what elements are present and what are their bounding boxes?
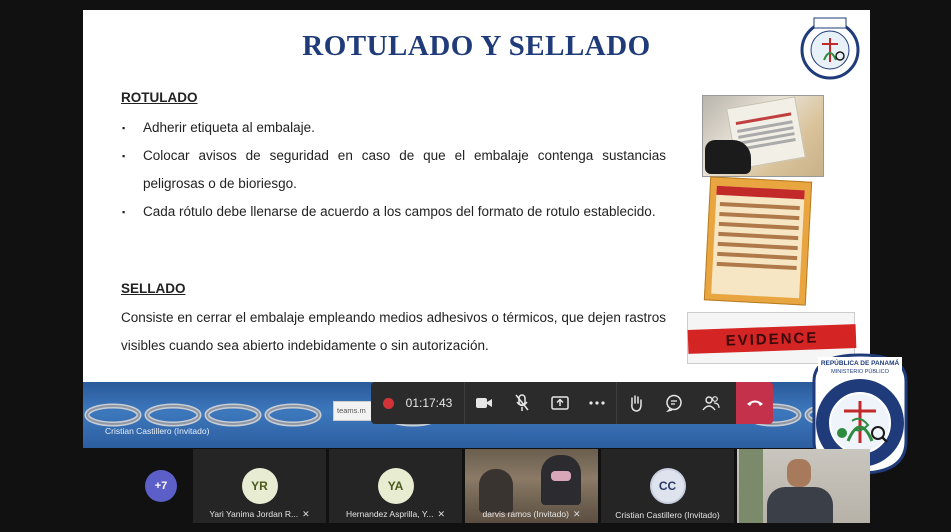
presenter-name-label: Cristian Castillero (Invitado) (105, 426, 210, 436)
seal-sub-text: MINISTERIO PÚBLICO (831, 368, 889, 375)
teams-url-snippet: teams.m (333, 401, 373, 421)
raise-hand-button[interactable] (617, 382, 655, 424)
bullet-square-icon: ▪ (122, 123, 126, 133)
bullet-item: ▪ Cada rótulo debe llenarse de acuerdo a … (121, 198, 666, 226)
camera-button[interactable] (465, 382, 503, 424)
glove-shape (705, 140, 751, 174)
microphone-button[interactable] (503, 382, 541, 424)
person-shape (479, 469, 513, 513)
more-actions-button[interactable] (578, 382, 616, 424)
recording-indicator-icon (383, 397, 394, 409)
participant-tile[interactable]: YR Yari Yanima Jordan R... ✕ (193, 449, 326, 523)
participant-tile[interactable]: YA Hernandez Asprilla, Y... ✕ (329, 449, 462, 523)
raise-hand-icon (631, 395, 642, 412)
participant-name: darvis ramos (Invitado) (482, 509, 569, 519)
chat-icon (665, 394, 682, 412)
rotulado-bullet-list: ▪ Adherir etiqueta al embalaje. ▪ Colocar … (121, 114, 666, 226)
avatar: YA (377, 468, 414, 504)
bullet-item: ▪ Adherir etiqueta al embalaje. (121, 114, 666, 142)
participant-video (737, 449, 870, 523)
avatar: CC (649, 468, 686, 504)
plant-shape (739, 449, 763, 523)
participant-name-row: darvis ramos (Invitado) ✕ (465, 509, 598, 520)
rotulado-heading: ROTULADO (121, 90, 198, 105)
more-icon (589, 401, 605, 405)
slide-title: ROTULADO Y SELLADO (302, 30, 651, 62)
camera-icon (476, 398, 493, 408)
mic-off-icon (515, 394, 529, 411)
mic-off-icon: ✕ (572, 509, 581, 519)
avatar: YR (241, 468, 278, 504)
seal-top-text: REPÚBLICA DE PANAMÁ (821, 358, 900, 367)
bullet-square-icon: ▪ (122, 151, 126, 161)
participant-name-row: Cristian Castillero (Invitado) (601, 510, 734, 520)
participant-name: Hernandez Asprilla, Y... (345, 509, 434, 519)
leave-call-button[interactable] (736, 382, 773, 424)
participant-name-row: Yari Yanima Jordan R... ✕ (193, 509, 326, 520)
mic-off-icon: ✕ (437, 509, 446, 519)
sellado-heading: SELLADO (121, 281, 186, 296)
bullet-text: Cada rótulo debe llenarse de acuerdo a l… (143, 204, 656, 219)
participant-name: Cristian Castillero (Invitado) (615, 510, 720, 520)
share-icon (550, 396, 569, 410)
participant-name-row: Hernandez Asprilla, Y... ✕ (329, 509, 462, 520)
bullet-item: ▪ Colocar avisos de seguridad en caso de … (121, 142, 666, 198)
more-participants-badge[interactable]: +7 (145, 470, 177, 502)
hangup-icon (746, 400, 763, 406)
bullet-square-icon: ▪ (122, 207, 126, 217)
chat-button[interactable] (655, 382, 693, 424)
bullet-text: Colocar avisos de seguridad en caso de q… (143, 148, 666, 191)
participant-video-tile[interactable]: darvis ramos (Invitado) ✕ (465, 449, 598, 523)
evidence-tape-label: EVIDENCE (687, 324, 857, 354)
sellado-text: Consiste en cerrar el embalaje empleando… (121, 310, 666, 353)
face-shape (787, 459, 811, 487)
participant-name: Yari Yanima Jordan R... (209, 509, 299, 519)
mic-off-icon: ✕ (302, 509, 310, 519)
teams-meeting-window: ROTULADO Y SELLADO ROTULADO ▪ Adherir eti… (0, 0, 951, 532)
institute-seal-icon (800, 17, 860, 80)
body-shape (767, 487, 833, 523)
participant-tile[interactable]: CC Cristian Castillero (Invitado) (601, 449, 734, 523)
face-mask-shape (551, 471, 571, 481)
evidence-bag-photo (702, 95, 824, 177)
participants-button[interactable] (693, 382, 731, 424)
meeting-timer: 01:17:43 (405, 396, 453, 410)
share-screen-button[interactable] (541, 382, 579, 424)
evidence-form-photo (703, 176, 813, 306)
participant-video-tile[interactable] (737, 449, 870, 523)
meeting-controls-toolbar: 01:17:43 (371, 382, 773, 424)
people-icon (702, 396, 720, 411)
shared-slide: ROTULADO Y SELLADO ROTULADO ▪ Adherir eti… (83, 10, 870, 382)
bullet-text: Adherir etiqueta al embalaje. (143, 120, 315, 135)
